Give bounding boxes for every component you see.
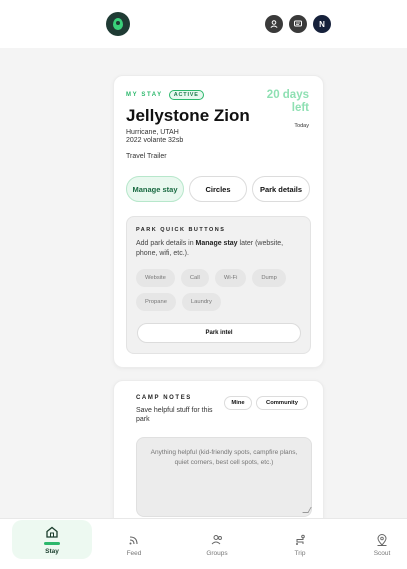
nav-label: Scout (373, 549, 391, 557)
park-intel-button[interactable]: Park intel (137, 323, 301, 343)
user-icon (270, 20, 278, 28)
stay-tabs: Manage stay Circles Park details (126, 176, 310, 202)
location-city: Hurricane, UTAH (126, 129, 179, 136)
quick-buttons-title: PARK QUICK BUTTONS (136, 227, 226, 233)
days-left: 20 days left (266, 89, 309, 115)
park-details-button[interactable]: Park details (252, 176, 310, 202)
nav-label: Trip (294, 549, 306, 557)
call-chip[interactable]: Call (180, 269, 209, 287)
nav-label: Feed (126, 549, 142, 557)
my-stay-card: MY STAY ACTIVE 20 days left Today Jellys… (113, 75, 324, 368)
my-stay-label: MY STAY (126, 92, 163, 98)
website-chip[interactable]: Website (136, 269, 175, 287)
quick-buttons-description: Add park details in Manage stay later (w… (136, 239, 306, 259)
today-label: Today (294, 123, 309, 129)
laundry-chip[interactable]: Laundry (181, 293, 221, 311)
nav-stay[interactable]: Stay (12, 520, 92, 559)
park-location: Hurricane, UTAH 2022 volante 32sb (126, 129, 183, 146)
propane-chip[interactable]: Propane (136, 293, 176, 311)
profile-button[interactable] (265, 15, 283, 33)
mine-toggle[interactable]: Mine (224, 396, 252, 410)
groups-icon (211, 534, 222, 544)
top-bar: N (0, 0, 407, 48)
messages-button[interactable] (289, 15, 307, 33)
avatar[interactable]: N (313, 15, 331, 33)
top-actions: N (265, 15, 331, 33)
my-stay-header: MY STAY ACTIVE (126, 90, 204, 100)
route-icon (296, 534, 305, 545)
camp-notes-card: CAMP NOTES Save helpful stuff for this p… (113, 380, 324, 540)
wifi-chip[interactable]: Wi-Fi (214, 269, 247, 287)
nav-scout[interactable]: Scout (342, 519, 407, 569)
nav-groups[interactable]: Groups (177, 519, 257, 569)
vehicle-type: Travel Trailer (126, 153, 167, 160)
desc-text: Add park details in (136, 240, 196, 247)
camp-notes-input[interactable] (136, 437, 312, 517)
home-icon (46, 526, 58, 538)
circles-button[interactable]: Circles (189, 176, 247, 202)
camp-notes-title: CAMP NOTES (136, 395, 192, 401)
nav-feed[interactable]: Feed (94, 519, 174, 569)
community-toggle[interactable]: Community (256, 396, 308, 410)
park-quick-buttons: PARK QUICK BUTTONS Add park details in M… (126, 216, 311, 354)
nav-trip[interactable]: Trip (260, 519, 340, 569)
bottom-nav: Stay Feed Groups Trip Scout (0, 518, 407, 569)
chat-icon (294, 20, 302, 27)
camp-notes-description: Save helpful stuff for this park (136, 407, 213, 424)
rv-model: 2022 volante 32sb (126, 137, 184, 145)
desc-emphasis: Manage stay (195, 240, 238, 247)
active-indicator (44, 541, 60, 545)
manage-stay-button[interactable]: Manage stay (126, 176, 184, 202)
status-badge: ACTIVE (168, 90, 204, 100)
park-name: Jellystone Zion (126, 106, 250, 125)
nav-label: Groups (206, 549, 228, 557)
feed-icon (129, 535, 138, 544)
dump-chip[interactable]: Dump (252, 269, 286, 287)
nav-label: Stay (45, 547, 59, 555)
pin-icon (113, 18, 123, 30)
quick-chips: Website Call Wi-Fi Dump Propane Laundry (136, 269, 306, 311)
app-logo[interactable] (106, 12, 130, 36)
map-pin-icon (377, 533, 387, 546)
